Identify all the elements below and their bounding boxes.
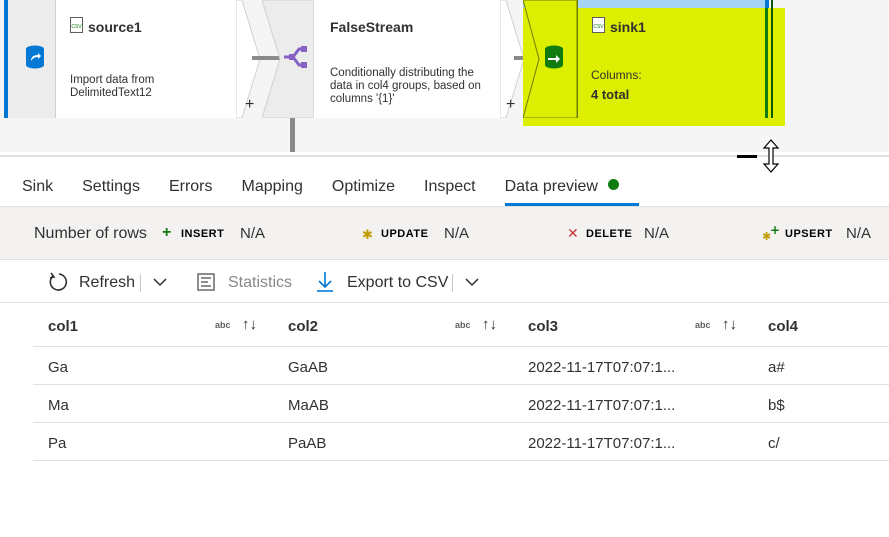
refresh-icon: [48, 271, 70, 298]
table-cell: Ma: [48, 397, 69, 414]
col2-type: abc: [455, 320, 471, 330]
table-cell: b$: [768, 397, 785, 414]
settings-tabs: Sink Settings Errors Mapping Optimize In…: [22, 170, 648, 206]
sink-left-line: [577, 0, 578, 118]
table-row[interactable]: Ma MaAB 2022-11-17T07:07:1... b$: [33, 385, 889, 423]
table-cell: MaAB: [288, 397, 329, 414]
sink-db-icon: [544, 45, 564, 74]
tab-errors[interactable]: Errors: [169, 170, 213, 206]
table-cell: 2022-11-17T07:07:1...: [528, 397, 676, 414]
table-cell: Ga: [48, 359, 69, 376]
statistics-button[interactable]: Statistics: [197, 270, 297, 294]
insert-icon: +: [162, 224, 172, 241]
falsestream-add-button[interactable]: +: [506, 96, 515, 114]
update-label: UPDATE: [381, 228, 429, 240]
update-value: N/A: [444, 225, 470, 242]
table-cell: PaAB: [288, 435, 327, 452]
branch-connector: [290, 118, 295, 152]
col1-type: abc: [215, 320, 231, 330]
falsestream-node-title: FalseStream: [330, 19, 414, 35]
upsert-value: N/A: [846, 225, 872, 242]
table-cell: Pa: [48, 435, 67, 452]
export-dropdown-chevron-icon[interactable]: [464, 274, 480, 295]
delete-value: N/A: [644, 225, 670, 242]
table-cell: 2022-11-17T07:07:1...: [528, 435, 676, 452]
falsestream-node-description: Conditionally distributing the data in c…: [330, 67, 481, 105]
tab-optimize[interactable]: Optimize: [332, 170, 395, 206]
data-preview-grid: col1 abc ↑↓ col2 abc ↑↓ col3 abc ↑↓ col4…: [33, 304, 889, 461]
panel-resize-bar[interactable]: [737, 155, 757, 158]
col1-sort-icon[interactable]: ↑↓: [242, 316, 257, 333]
sink-columns-value: 4 total: [591, 87, 630, 102]
refresh-dropdown-chevron-icon[interactable]: [152, 274, 168, 295]
insert-label: INSERT: [181, 228, 225, 240]
tab-settings[interactable]: Settings: [82, 170, 140, 206]
table-row[interactable]: Pa PaAB 2022-11-17T07:07:1... c/: [33, 423, 889, 461]
column-header-col2[interactable]: col2: [288, 318, 318, 335]
statistics-label: Statistics: [228, 274, 293, 291]
column-header-col3[interactable]: col3: [528, 318, 558, 335]
tab-mapping[interactable]: Mapping: [242, 170, 303, 206]
refresh-label: Refresh: [79, 274, 136, 291]
delete-label: DELETE: [586, 228, 633, 240]
tab-data-preview-label: Data preview: [504, 178, 598, 195]
column-header-col1[interactable]: col1: [48, 318, 78, 335]
refresh-button[interactable]: Refresh: [48, 270, 136, 294]
insert-value: N/A: [240, 225, 266, 242]
sink-node-title: sink1: [610, 19, 646, 35]
source-add-button[interactable]: +: [245, 96, 254, 114]
sink-node[interactable]: CSV sink1 Columns: 4 total: [523, 0, 785, 118]
column-header-col4[interactable]: col4: [768, 318, 798, 335]
source-node-description: Import data from DelimitedText12: [70, 74, 155, 99]
csv-file-icon: CSV: [592, 17, 605, 33]
status-ok-icon: [607, 179, 619, 190]
preview-toolbar: Refresh Statistics Export to CSV: [0, 261, 889, 303]
delete-icon: ✕: [567, 225, 579, 241]
col2-sort-icon[interactable]: ↑↓: [482, 316, 497, 333]
tab-sink[interactable]: Sink: [22, 170, 53, 206]
table-cell: 2022-11-17T07:07:1...: [528, 359, 676, 376]
canvas-right-border: [765, 0, 769, 8]
col3-type: abc: [695, 320, 711, 330]
split-icon: [282, 44, 308, 75]
number-of-rows-label: Number of rows: [34, 225, 147, 242]
source-db-icon: [25, 45, 45, 74]
col3-sort-icon[interactable]: ↑↓: [722, 316, 737, 333]
export-csv-label: Export to CSV: [347, 274, 449, 291]
row-counts-bar: Number of rows + INSERT N/A ✱ UPDATE N/A…: [0, 207, 889, 260]
dataflow-canvas[interactable]: CSV source1 Import data from DelimitedTe…: [0, 0, 889, 152]
statistics-icon: [197, 273, 215, 296]
source-node-title: source1: [88, 19, 142, 35]
export-csv-button[interactable]: Export to CSV: [316, 270, 449, 294]
source-node[interactable]: CSV source1 Import data from DelimitedTe…: [8, 0, 261, 118]
table-cell: GaAB: [288, 359, 329, 376]
table-cell: a#: [768, 359, 785, 376]
upsert-icon: ✱ +: [762, 223, 780, 245]
sink-right-border: [765, 0, 768, 118]
resize-cursor-icon[interactable]: [762, 139, 780, 178]
falsestream-node[interactable]: FalseStream Conditionally distributing t…: [262, 0, 544, 118]
sink-columns-label: Columns:: [591, 68, 642, 82]
update-icon: ✱: [362, 227, 373, 242]
tab-inspect[interactable]: Inspect: [424, 170, 476, 206]
tab-data-preview[interactable]: Data preview: [504, 170, 640, 206]
table-row[interactable]: Ga GaAB 2022-11-17T07:07:1... a#: [33, 347, 889, 385]
csv-file-icon: CSV: [70, 17, 83, 33]
grid-header: col1 abc ↑↓ col2 abc ↑↓ col3 abc ↑↓ col4: [33, 304, 889, 347]
download-icon: [316, 271, 334, 298]
svg-text:+: +: [770, 224, 780, 237]
upsert-label: UPSERT: [785, 228, 833, 240]
table-cell: c/: [768, 435, 780, 452]
